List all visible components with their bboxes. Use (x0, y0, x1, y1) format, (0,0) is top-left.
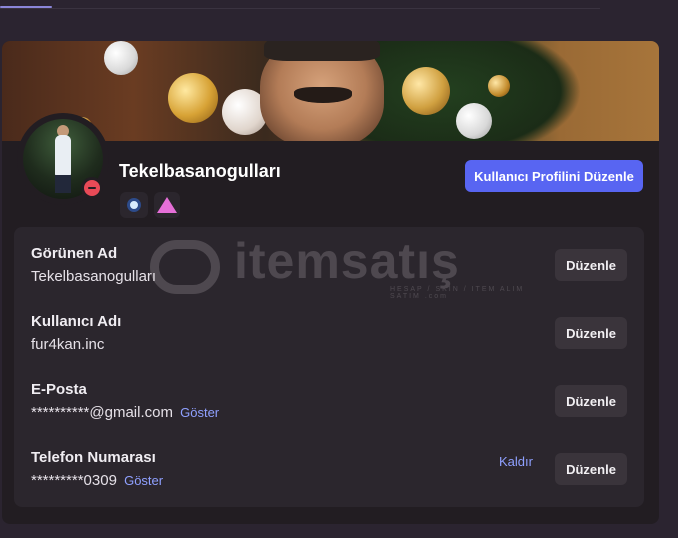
ornament (104, 41, 138, 75)
display-name-row: Görünen Ad Tekelbasanogulları Düzenle (14, 245, 644, 295)
phone-reveal-link[interactable]: Göster (124, 473, 163, 488)
edit-phone-button[interactable]: Düzenle (555, 453, 627, 485)
phone-label: Telefon Numarası (31, 449, 156, 466)
edit-display-name-button[interactable]: Düzenle (555, 249, 627, 281)
remove-phone-link[interactable]: Kaldır (499, 454, 533, 469)
avatar-legs (55, 175, 71, 193)
ornament (488, 75, 510, 97)
triangle-badge-icon[interactable] (154, 192, 180, 218)
profile-card: Tekelbasanogulları Kullanıcı Profilini D… (2, 41, 659, 524)
hypesquad-badge-icon[interactable] (120, 192, 148, 218)
ornament (402, 67, 450, 115)
email-label: E-Posta (31, 381, 87, 398)
edit-username-button[interactable]: Düzenle (555, 317, 627, 349)
top-divider (0, 8, 600, 9)
phone-masked-value: *********0309 (31, 472, 117, 489)
display-name-value: Tekelbasanogulları (31, 268, 157, 285)
banner-hair (264, 41, 380, 61)
edit-email-button[interactable]: Düzenle (555, 385, 627, 417)
username-label: Kullanıcı Adı (31, 313, 122, 330)
phone-value: *********0309 Göster (31, 472, 163, 489)
edit-user-profile-button[interactable]: Kullanıcı Profilini Düzenle (465, 160, 643, 192)
display-name-label: Görünen Ad (31, 245, 118, 262)
banner-mustache (294, 87, 352, 103)
ornament (456, 103, 492, 139)
username-row: Kullanıcı Adı fur4kan.inc Düzenle (14, 313, 644, 363)
profile-username: Tekelbasanogulları (119, 161, 281, 181)
email-reveal-link[interactable]: Göster (180, 405, 219, 420)
avatar-person (55, 135, 71, 177)
dnd-status-icon (81, 177, 103, 199)
email-value: **********@gmail.com Göster (31, 404, 219, 421)
profile-banner (2, 41, 659, 141)
ornament (168, 73, 218, 123)
avatar-frame[interactable] (17, 113, 109, 205)
account-info-panel: Görünen Ad Tekelbasanogulları Düzenle Ku… (14, 227, 644, 507)
email-masked-value: **********@gmail.com (31, 404, 173, 421)
email-row: E-Posta **********@gmail.com Göster Düze… (14, 381, 644, 431)
phone-row: Telefon Numarası *********0309 Göster Ka… (14, 449, 644, 499)
badge-list (120, 192, 180, 218)
username-value: fur4kan.inc (31, 336, 105, 353)
